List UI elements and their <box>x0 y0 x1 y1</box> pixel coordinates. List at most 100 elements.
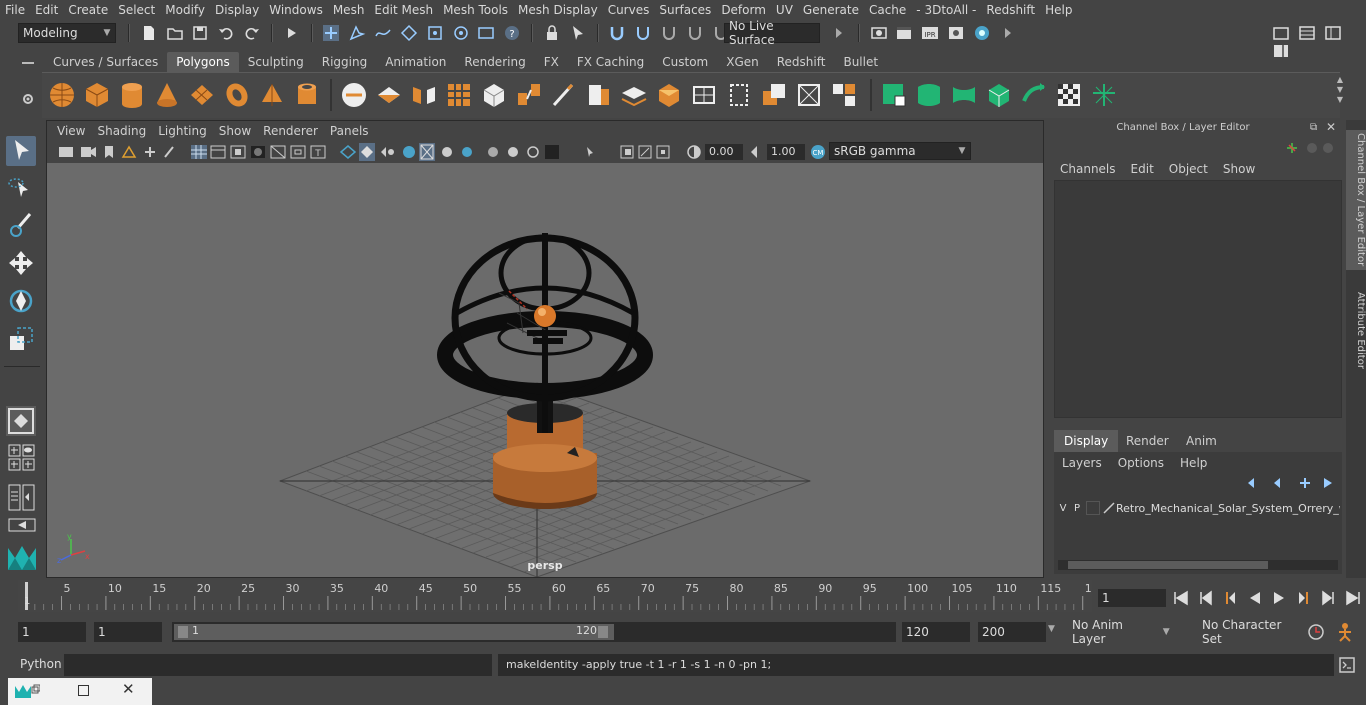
chevron-down-icon[interactable]: ▼ <box>1334 85 1346 95</box>
new-scene-icon[interactable] <box>140 24 158 42</box>
menu-curves[interactable]: Curves <box>603 3 655 17</box>
channel-box-menu-object[interactable]: Object <box>1169 162 1208 176</box>
live-surface-field[interactable]: No Live Surface <box>724 19 820 47</box>
symmetry-icon[interactable] <box>686 24 704 42</box>
target-weld-icon[interactable] <box>725 81 753 109</box>
range-slider-handle[interactable] <box>174 624 614 640</box>
chevron-down-icon[interactable]: ▼ <box>1048 624 1055 634</box>
menu-surfaces[interactable]: Surfaces <box>654 3 716 17</box>
end-time-field[interactable]: 200 <box>978 622 1046 642</box>
tab-animation[interactable]: Animation <box>376 52 455 72</box>
color-management-icon[interactable]: CM <box>809 143 827 161</box>
layer-row[interactable]: V P Retro_Mechanical_Solar_System_Orrery… <box>1056 498 1340 518</box>
script-editor-icon[interactable] <box>1338 656 1356 674</box>
tab-rendering[interactable]: Rendering <box>455 52 534 72</box>
lasso-tool[interactable] <box>6 174 36 204</box>
tab-bullet[interactable]: Bullet <box>834 52 887 72</box>
playback-start-field[interactable]: 1 <box>94 622 162 642</box>
menu-create[interactable]: Create <box>63 3 113 17</box>
step-forward-key-icon[interactable] <box>1319 590 1337 606</box>
channel-list[interactable] <box>1054 180 1342 418</box>
mirror-icon[interactable] <box>410 81 438 109</box>
layer-action-icons[interactable] <box>1244 476 1340 490</box>
uv-unfold-icon[interactable] <box>1020 81 1048 109</box>
viewport-menu-show[interactable]: Show <box>213 124 257 138</box>
gamma-icon[interactable] <box>747 143 765 161</box>
float-panel-icon[interactable]: ⧉ <box>1310 122 1317 133</box>
minimized-window[interactable]: ✕ <box>8 678 152 705</box>
bevel-icon[interactable] <box>585 81 613 109</box>
step-back-frame-icon[interactable] <box>1221 590 1239 606</box>
viewport-menu-shading[interactable]: Shading <box>91 124 152 138</box>
uv-spherical-icon[interactable] <box>950 81 978 109</box>
tab-polygons[interactable]: Polygons <box>167 52 239 72</box>
play-backward-icon[interactable] <box>1246 590 1264 606</box>
fill-hole-icon[interactable] <box>655 81 683 109</box>
close-icon[interactable]: ✕ <box>122 680 135 698</box>
layer-color-swatch[interactable] <box>1086 501 1100 515</box>
tab-fx-caching[interactable]: FX Caching <box>568 52 653 72</box>
render-settings-icon[interactable] <box>947 24 965 42</box>
menu-edit[interactable]: Edit <box>30 3 63 17</box>
menu-mesh[interactable]: Mesh <box>328 3 370 17</box>
viewport-menu-view[interactable]: View <box>51 124 91 138</box>
tab-fx[interactable]: FX <box>535 52 568 72</box>
start-time-field[interactable]: 1 <box>18 622 86 642</box>
menu-generate[interactable]: Generate <box>798 3 864 17</box>
poly-cylinder-icon[interactable] <box>118 81 146 109</box>
select-tool[interactable] <box>6 136 36 166</box>
uv-editor-icon[interactable] <box>1090 81 1118 109</box>
chevron-down-icon[interactable]: ▼ <box>1334 95 1346 105</box>
shelf-scroll[interactable]: ▲ ▼ ▼ <box>1334 75 1346 115</box>
gamma-field[interactable]: 1.00 <box>767 144 805 160</box>
menu-3dtoall[interactable]: - 3DtoAll - <box>911 3 981 17</box>
isolate-icons[interactable] <box>617 143 677 161</box>
move-tool[interactable] <box>6 248 36 278</box>
character-set-dropdown[interactable]: No Character Set <box>1198 618 1300 646</box>
poly-sphere-icon[interactable] <box>48 81 76 109</box>
layer-playback-toggle[interactable]: P <box>1070 503 1084 514</box>
tab-redshift[interactable]: Redshift <box>768 52 835 72</box>
uv-checker-icon[interactable] <box>1055 81 1083 109</box>
time-slider[interactable]: 5 10 15 20 25 30 35 40 45 50 55 60 65 70 75 80 85 90 95 100… <box>18 580 1099 612</box>
gear-icon[interactable] <box>21 92 35 106</box>
menu-cache[interactable]: Cache <box>864 3 911 17</box>
close-icon[interactable]: ✕ <box>1326 120 1336 134</box>
range-end-grip[interactable] <box>598 626 608 638</box>
channel-box-tool-icons[interactable] <box>1284 140 1334 156</box>
cleanup-icon[interactable] <box>830 81 858 109</box>
soft-select-icon[interactable] <box>660 24 678 42</box>
select-object-icon[interactable] <box>348 24 366 42</box>
select-component-icon[interactable] <box>374 24 392 42</box>
go-to-start-icon[interactable] <box>1172 590 1190 606</box>
command-input[interactable] <box>64 654 492 676</box>
tab-curves-surfaces[interactable]: Curves / Surfaces <box>44 52 167 72</box>
menu-select[interactable]: Select <box>113 3 160 17</box>
viewport-menu-lighting[interactable]: Lighting <box>152 124 213 138</box>
menu-help[interactable]: Help <box>1040 3 1077 17</box>
tab-sculpting[interactable]: Sculpting <box>239 52 313 72</box>
chevron-up-icon[interactable]: ▲ <box>1334 75 1346 85</box>
bridge-icon[interactable] <box>515 81 543 109</box>
undo-icon[interactable] <box>217 24 235 42</box>
layer-scrollbar[interactable] <box>1058 560 1338 570</box>
playback-end-field[interactable]: 120 <box>902 622 970 642</box>
scale-tool[interactable] <box>6 324 36 354</box>
go-to-end-icon[interactable] <box>1344 590 1362 606</box>
history-icon[interactable] <box>634 24 652 42</box>
maximize-icon[interactable] <box>78 685 89 696</box>
animation-prefs-icon[interactable] <box>1334 622 1356 642</box>
menu-windows[interactable]: Windows <box>264 3 328 17</box>
layer-scrollbar-thumb[interactable] <box>1068 561 1268 569</box>
open-scene-icon[interactable] <box>166 24 184 42</box>
uv-cylindrical-icon[interactable] <box>915 81 943 109</box>
step-forward-frame-icon[interactable] <box>1295 590 1313 606</box>
layer-tab-render[interactable]: Render <box>1116 430 1179 452</box>
attribute-layout-icon[interactable] <box>1272 42 1290 60</box>
viewport-3d[interactable]: y x z persp <box>47 163 1043 577</box>
uv-planar-icon[interactable] <box>880 81 908 109</box>
command-language[interactable]: Python <box>20 657 62 671</box>
menu-deform[interactable]: Deform <box>716 3 771 17</box>
layout-two-button[interactable] <box>8 484 36 512</box>
boolean-icon[interactable] <box>760 81 788 109</box>
